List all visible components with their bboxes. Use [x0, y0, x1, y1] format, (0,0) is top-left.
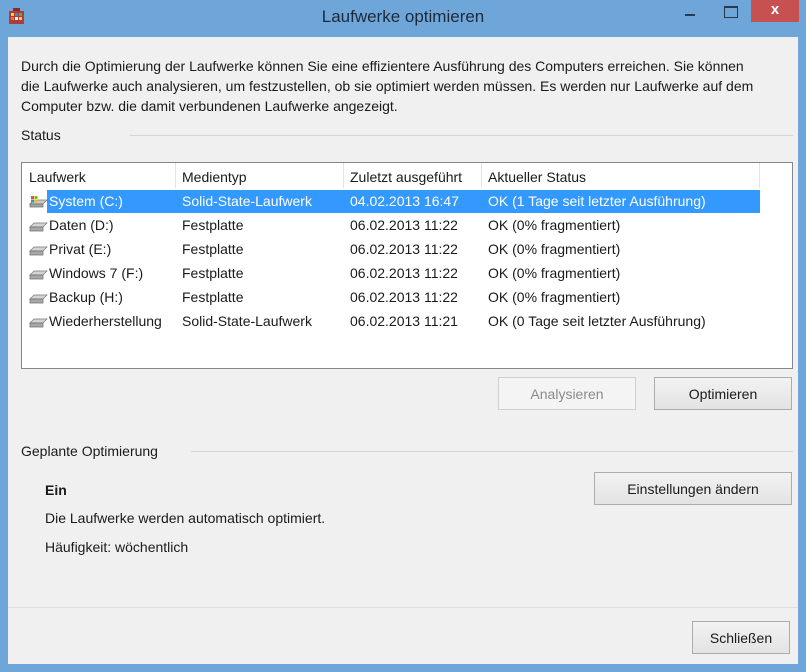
drive-media-type: Festplatte [182, 289, 244, 305]
close-icon: x [770, 1, 780, 18]
drive-media-type: Festplatte [182, 217, 244, 233]
optimize-button[interactable]: Optimieren [654, 377, 792, 410]
close-button[interactable]: Schließen [692, 621, 790, 654]
drive-name: System (C:) [49, 193, 123, 209]
column-divider[interactable] [175, 163, 176, 188]
drive-status: OK (0% fragmentiert) [488, 217, 621, 233]
drive-last-run: 04.02.2013 16:47 [350, 193, 459, 209]
drive-icon [29, 294, 48, 304]
drive-icon [29, 246, 48, 256]
maximize-button[interactable] [712, 0, 748, 22]
drive-row-system[interactable]: System (C:) Solid-State-Laufwerk 04.02.2… [23, 190, 761, 214]
optimize-drives-window: Laufwerke optimieren x Durch die Optimie… [0, 0, 806, 672]
drive-row-daten[interactable]: Daten (D:) Festplatte 06.02.2013 11:22 O… [23, 214, 761, 238]
drive-icon [29, 270, 48, 280]
drives-list[interactable]: Laufwerk Medientyp Zuletzt ausgeführt Ak… [21, 162, 793, 369]
drive-name: Backup (H:) [49, 289, 123, 305]
intro-text: Durch die Optimierung der Laufwerke könn… [21, 58, 754, 114]
drive-row-privat[interactable]: Privat (E:) Festplatte 06.02.2013 11:22 … [23, 238, 761, 262]
drive-status: OK (0 Tage seit letzter Ausführung) [488, 313, 706, 329]
drive-status: OK (0% fragmentiert) [488, 241, 621, 257]
drive-row-backup[interactable]: Backup (H:) Festplatte 06.02.2013 11:22 … [23, 286, 761, 310]
drive-media-type: Solid-State-Laufwerk [182, 313, 312, 329]
drive-last-run: 06.02.2013 11:22 [350, 289, 458, 305]
drive-last-run: 06.02.2013 11:22 [350, 217, 458, 233]
drive-status: OK (0% fragmentiert) [488, 289, 621, 305]
schedule-state: Ein [45, 482, 67, 498]
windows-drive-icon [29, 196, 48, 208]
close-window-button[interactable]: x [751, 0, 799, 22]
column-divider[interactable] [481, 163, 482, 188]
column-header-media-type[interactable]: Medientyp [182, 169, 247, 185]
dialog-footer: Schließen [8, 607, 798, 664]
drive-media-type: Festplatte [182, 265, 244, 281]
drive-name: Wiederherstellung [49, 313, 162, 329]
change-settings-button[interactable]: Einstellungen ändern [594, 472, 792, 505]
column-header-last-run[interactable]: Zuletzt ausgeführt [350, 169, 462, 185]
minimize-button[interactable] [672, 0, 708, 22]
column-header-drive[interactable]: Laufwerk [29, 169, 86, 185]
drive-last-run: 06.02.2013 11:22 [350, 241, 458, 257]
drives-list-header: Laufwerk Medientyp Zuletzt ausgeführt Ak… [22, 163, 792, 188]
drive-status: OK (1 Tage seit letzter Ausführung) [488, 193, 706, 209]
drive-icon [29, 222, 48, 232]
drive-row-recovery[interactable]: Wiederherstellung Solid-State-Laufwerk 0… [23, 310, 761, 334]
drive-icon [29, 318, 48, 328]
status-section-label: Status [21, 127, 61, 143]
drive-name: Privat (E:) [49, 241, 112, 257]
column-header-status[interactable]: Aktueller Status [488, 169, 586, 185]
drive-last-run: 06.02.2013 11:22 [350, 265, 458, 281]
analyze-button[interactable]: Analysieren [498, 377, 636, 410]
schedule-description: Die Laufwerke werden automatisch optimie… [45, 510, 326, 526]
scheduled-section-label: Geplante Optimierung [21, 443, 158, 459]
column-divider[interactable] [343, 163, 344, 188]
drive-name: Windows 7 (F:) [49, 265, 144, 281]
status-divider [130, 135, 793, 136]
title-bar[interactable]: Laufwerke optimieren x [0, 0, 806, 37]
schedule-frequency: Häufigkeit: wöchentlich [45, 539, 189, 555]
scheduled-divider [191, 451, 793, 452]
drive-last-run: 06.02.2013 11:21 [350, 313, 458, 329]
drive-name: Daten (D:) [49, 217, 114, 233]
column-divider[interactable] [759, 163, 760, 188]
drive-status: OK (0% fragmentiert) [488, 265, 621, 281]
drive-row-windows7[interactable]: Windows 7 (F:) Festplatte 06.02.2013 11:… [23, 262, 761, 286]
dialog-content: Durch die Optimierung der Laufwerke könn… [8, 37, 798, 664]
drive-media-type: Festplatte [182, 241, 244, 257]
drive-media-type: Solid-State-Laufwerk [182, 193, 312, 209]
